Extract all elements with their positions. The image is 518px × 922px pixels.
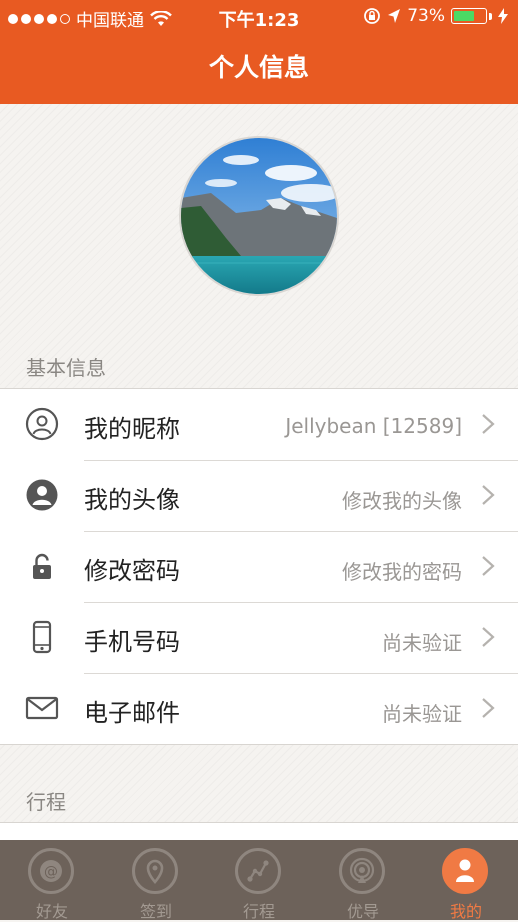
tab-label: 我的 — [449, 902, 482, 921]
rotation-lock-icon — [364, 8, 381, 24]
location-pin-icon — [132, 848, 178, 894]
chevron-right-icon — [482, 698, 495, 718]
row-label: 手机号码 — [84, 628, 180, 656]
broadcast-icon — [339, 848, 385, 894]
row-label: 我的头像 — [84, 486, 180, 514]
svg-text:@: @ — [44, 864, 58, 880]
row-label: 电子邮件 — [84, 699, 180, 727]
tab-label: 优导 — [346, 902, 379, 921]
route-icon — [235, 848, 281, 894]
tab-bar: @ 好友 签到 行程 优导 我的 — [0, 840, 518, 921]
status-right: 73% — [363, 6, 508, 26]
row-label: 我的昵称 — [84, 415, 180, 443]
tab-me[interactable]: 我的 — [414, 840, 518, 921]
profile-avatar[interactable] — [179, 136, 339, 296]
row-value: 尚未验证 — [382, 702, 462, 726]
location-arrow-icon — [388, 9, 401, 23]
charging-bolt-icon — [498, 8, 508, 24]
basic-info-list: 我的昵称 Jellybean [12589] 我的头像 修改我的头像 修改密码 … — [0, 388, 518, 745]
row-email[interactable]: 电子邮件 尚未验证 — [0, 673, 518, 744]
tab-guide[interactable]: 优导 — [311, 840, 415, 921]
phone-icon — [32, 620, 52, 654]
status-bar: 中国联通 下午1:23 73% — [0, 0, 518, 34]
mail-icon — [25, 696, 59, 720]
avatar-landscape-image — [181, 138, 337, 294]
tab-label: 签到 — [139, 902, 172, 921]
battery-percent: 73% — [407, 6, 445, 26]
chevron-right-icon — [482, 556, 495, 576]
chevron-right-icon — [482, 627, 495, 647]
row-value: 修改我的密码 — [342, 560, 462, 584]
tab-label: 好友 — [35, 902, 68, 921]
user-avatar-icon — [26, 479, 58, 511]
row-value: 修改我的头像 — [342, 489, 462, 513]
page-title: 个人信息 — [208, 53, 309, 82]
row-phone[interactable]: 手机号码 尚未验证 — [0, 602, 518, 673]
chevron-right-icon — [482, 485, 495, 505]
tab-friends[interactable]: @ 好友 — [0, 840, 104, 921]
battery-icon — [451, 8, 487, 24]
row-password[interactable]: 修改密码 修改我的密码 — [0, 531, 518, 602]
tab-trip[interactable]: 行程 — [207, 840, 311, 921]
row-nickname[interactable]: 我的昵称 Jellybean [12589] — [0, 389, 518, 460]
battery-tip — [489, 12, 492, 20]
navigation-bar: 中国联通 下午1:23 73% 个人信息 — [0, 0, 518, 104]
person-icon — [442, 848, 488, 894]
row-value: 尚未验证 — [382, 631, 462, 655]
tab-checkin[interactable]: 签到 — [104, 840, 208, 921]
chevron-right-icon — [482, 414, 495, 434]
trip-list-start — [0, 822, 518, 841]
user-circle-icon — [25, 407, 59, 441]
section-title-basic-info: 基本信息 — [26, 356, 106, 380]
at-icon: @ — [28, 848, 74, 894]
profile-content[interactable]: 基本信息 我的昵称 Jellybean [12589] 我的头像 修改我的头像 — [0, 104, 518, 841]
row-label: 修改密码 — [84, 557, 180, 585]
row-value: Jellybean [12589] — [285, 414, 462, 438]
tab-label: 行程 — [242, 902, 275, 921]
section-title-trip: 行程 — [26, 790, 66, 814]
row-avatar[interactable]: 我的头像 修改我的头像 — [0, 460, 518, 531]
lock-icon — [33, 553, 51, 579]
